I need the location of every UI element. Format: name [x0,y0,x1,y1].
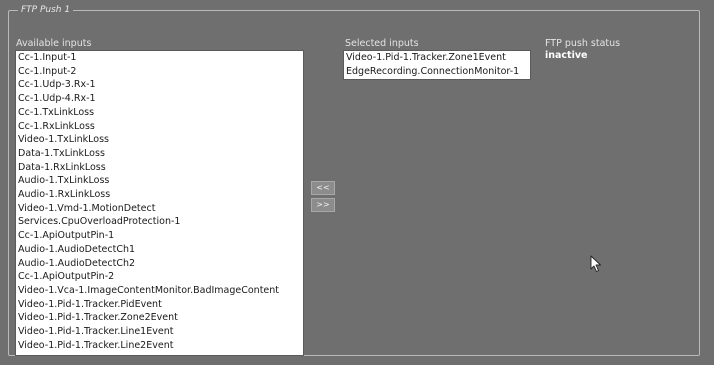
list-item[interactable]: Video-1.Pid-1.Tracker.PidEvent [16,298,303,312]
list-item[interactable]: Video-1.Vmd-1.MotionDetect [16,202,303,216]
ftp-push-status-value: inactive [545,50,588,61]
list-item[interactable]: Audio-1.AudioDetectCh2 [16,257,303,271]
list-item[interactable]: Services.CpuOverloadProtection-1 [16,215,303,229]
panel-legend: FTP Push 1 [18,4,74,16]
mouse-pointer-icon [590,255,601,272]
list-item[interactable]: Data-1.TxLinkLoss [16,147,303,161]
list-item[interactable]: Audio-1.TxLinkLoss [16,174,303,188]
list-item[interactable]: EdgeRecording.ConnectionMonitor-1 [344,65,530,79]
list-item[interactable]: Video-1.Pid-1.Tracker.Line1Event [16,325,303,339]
list-item[interactable]: Cc-1.TxLinkLoss [16,106,303,120]
list-item[interactable]: Cc-1.ApiOutputPin-1 [16,229,303,243]
list-item[interactable]: Video-1.Vca-1.ImageContentMonitor.BadIma… [16,284,303,298]
list-item[interactable]: Video-1.Pid-1.Tracker.Zone1Event [344,51,530,65]
list-item[interactable]: Video-1.Pid-1.Tracker.Zone2Event [16,311,303,325]
list-item[interactable]: Cc-1.Input-1 [16,51,303,65]
list-item[interactable]: Data-1.RxLinkLoss [16,161,303,175]
list-item[interactable]: Cc-1.Input-2 [16,65,303,79]
selected-inputs-label: Selected inputs [345,38,419,49]
list-item[interactable]: Cc-1.Udp-3.Rx-1 [16,78,303,92]
ftp-push-status-label: FTP push status [545,38,621,49]
list-item[interactable]: Video-1.Pid-1.Tracker.Line2Event [16,339,303,353]
available-inputs-label: Available inputs [16,38,92,49]
list-item[interactable]: Cc-1.ApiOutputPin-2 [16,270,303,284]
list-item[interactable]: Cc-1.Udp-4.Rx-1 [16,92,303,106]
list-item[interactable]: Audio-1.RxLinkLoss [16,188,303,202]
list-item[interactable]: Audio-1.AudioDetectCh1 [16,243,303,257]
selected-inputs-list[interactable]: Video-1.Pid-1.Tracker.Zone1Event EdgeRec… [343,50,531,80]
move-left-button[interactable]: << [311,181,335,195]
list-item[interactable]: Video-1.TxLinkLoss [16,133,303,147]
move-right-button[interactable]: >> [311,198,335,212]
list-item[interactable]: Cc-1.RxLinkLoss [16,120,303,134]
available-inputs-list[interactable]: Cc-1.Input-1 Cc-1.Input-2 Cc-1.Udp-3.Rx-… [15,50,304,356]
